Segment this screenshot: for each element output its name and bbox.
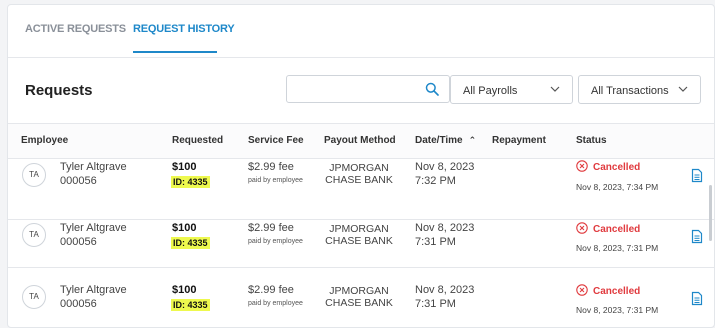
- status-date: Nov 8, 2023, 7:31 PM: [576, 305, 659, 315]
- sort-ascending-icon[interactable]: ⌃: [469, 135, 477, 146]
- request-date: Nov 8, 2023: [415, 222, 475, 234]
- payout-method-line2: CHASE BANK: [325, 174, 393, 186]
- status-badge: Cancelled: [576, 284, 640, 297]
- document-icon[interactable]: [691, 168, 703, 183]
- payout-method: JPMORGAN CHASE BANK: [314, 162, 404, 186]
- document-icon[interactable]: [691, 291, 703, 306]
- employee-id: 000056: [60, 236, 97, 248]
- payout-method-line1: JPMORGAN: [329, 285, 389, 297]
- vertical-scrollbar[interactable]: [709, 185, 712, 241]
- avatar: TA: [22, 163, 46, 187]
- requested-amount: $100: [172, 222, 197, 234]
- active-tab-indicator: [133, 51, 217, 53]
- requested-amount: $100: [172, 161, 197, 173]
- chevron-down-icon: [678, 86, 688, 92]
- service-fee: $2.99 fee: [248, 161, 294, 173]
- employee-id: 000056: [60, 298, 97, 310]
- request-time: 7:32 PM: [415, 175, 456, 187]
- status-date: Nov 8, 2023, 7:34 PM: [576, 182, 659, 192]
- fee-note: paid by employee: [248, 238, 303, 245]
- payout-method-line2: CHASE BANK: [325, 235, 393, 247]
- request-time: 7:31 PM: [415, 298, 456, 310]
- request-id-badge: ID: 4335: [171, 299, 210, 311]
- employee-name: Tyler Altgrave: [60, 161, 127, 173]
- status-badge: Cancelled: [576, 160, 640, 173]
- column-header-repayment[interactable]: Repayment: [492, 135, 546, 146]
- employee-name: Tyler Altgrave: [60, 284, 127, 296]
- status-label: Cancelled: [593, 224, 641, 235]
- column-header-service-fee[interactable]: Service Fee: [248, 135, 304, 146]
- page-title: Requests: [25, 82, 93, 99]
- payroll-filter-value: All Payrolls: [463, 85, 518, 97]
- request-time: 7:31 PM: [415, 236, 456, 248]
- cancel-circle-icon: [576, 222, 588, 234]
- status-label: Cancelled: [593, 286, 641, 297]
- transaction-filter-value: All Transactions: [591, 85, 669, 97]
- search-input[interactable]: [286, 75, 450, 103]
- column-header-payout-method[interactable]: Payout Method: [324, 135, 396, 146]
- status-badge: Cancelled: [576, 222, 640, 235]
- fee-note: paid by employee: [248, 300, 303, 307]
- service-fee: $2.99 fee: [248, 222, 294, 234]
- requested-amount: $100: [172, 284, 197, 296]
- request-date: Nov 8, 2023: [415, 284, 475, 296]
- tab-active-requests[interactable]: ACTIVE REQUESTS: [25, 23, 126, 35]
- employee-id: 000056: [60, 175, 97, 187]
- request-id-badge: ID: 4335: [171, 237, 210, 249]
- avatar: TA: [22, 285, 46, 309]
- column-header-status[interactable]: Status: [576, 135, 607, 146]
- request-id-badge: ID: 4335: [171, 176, 210, 188]
- table-row[interactable]: TA Tyler Altgrave 000056 $100 ID: 4335 $…: [8, 268, 714, 327]
- column-header-requested[interactable]: Requested: [172, 135, 223, 146]
- employee-name: Tyler Altgrave: [60, 222, 127, 234]
- table-row[interactable]: TA Tyler Altgrave 000056 $100 ID: 4335 $…: [8, 206, 714, 268]
- document-icon[interactable]: [691, 229, 703, 244]
- column-header-employee[interactable]: Employee: [21, 135, 68, 146]
- search-icon[interactable]: [425, 82, 439, 96]
- avatar: TA: [22, 223, 46, 247]
- service-fee: $2.99 fee: [248, 284, 294, 296]
- table-header: Employee Requested Service Fee Payout Me…: [8, 123, 714, 159]
- payroll-filter-select[interactable]: All Payrolls: [450, 75, 573, 104]
- payout-method: JPMORGAN CHASE BANK: [314, 285, 404, 309]
- request-date: Nov 8, 2023: [415, 161, 475, 173]
- payout-method: JPMORGAN CHASE BANK: [314, 223, 404, 247]
- transaction-filter-select[interactable]: All Transactions: [578, 75, 701, 104]
- payout-method-line1: JPMORGAN: [329, 223, 389, 235]
- requests-card: ACTIVE REQUESTS REQUEST HISTORY Requests…: [7, 4, 715, 328]
- cancel-circle-icon: [576, 160, 588, 172]
- fee-note: paid by employee: [248, 177, 303, 184]
- payout-method-line1: JPMORGAN: [329, 162, 389, 174]
- column-header-date-time[interactable]: Date/Time ⌃: [415, 135, 476, 146]
- chevron-down-icon: [550, 86, 560, 92]
- cancel-circle-icon: [576, 284, 588, 296]
- payout-method-line2: CHASE BANK: [325, 297, 393, 309]
- column-header-date-time-label: Date/Time: [415, 135, 463, 146]
- status-label: Cancelled: [593, 162, 641, 173]
- tab-request-history[interactable]: REQUEST HISTORY: [133, 23, 235, 35]
- status-date: Nov 8, 2023, 7:31 PM: [576, 243, 659, 253]
- tab-bar: ACTIVE REQUESTS REQUEST HISTORY: [8, 5, 714, 58]
